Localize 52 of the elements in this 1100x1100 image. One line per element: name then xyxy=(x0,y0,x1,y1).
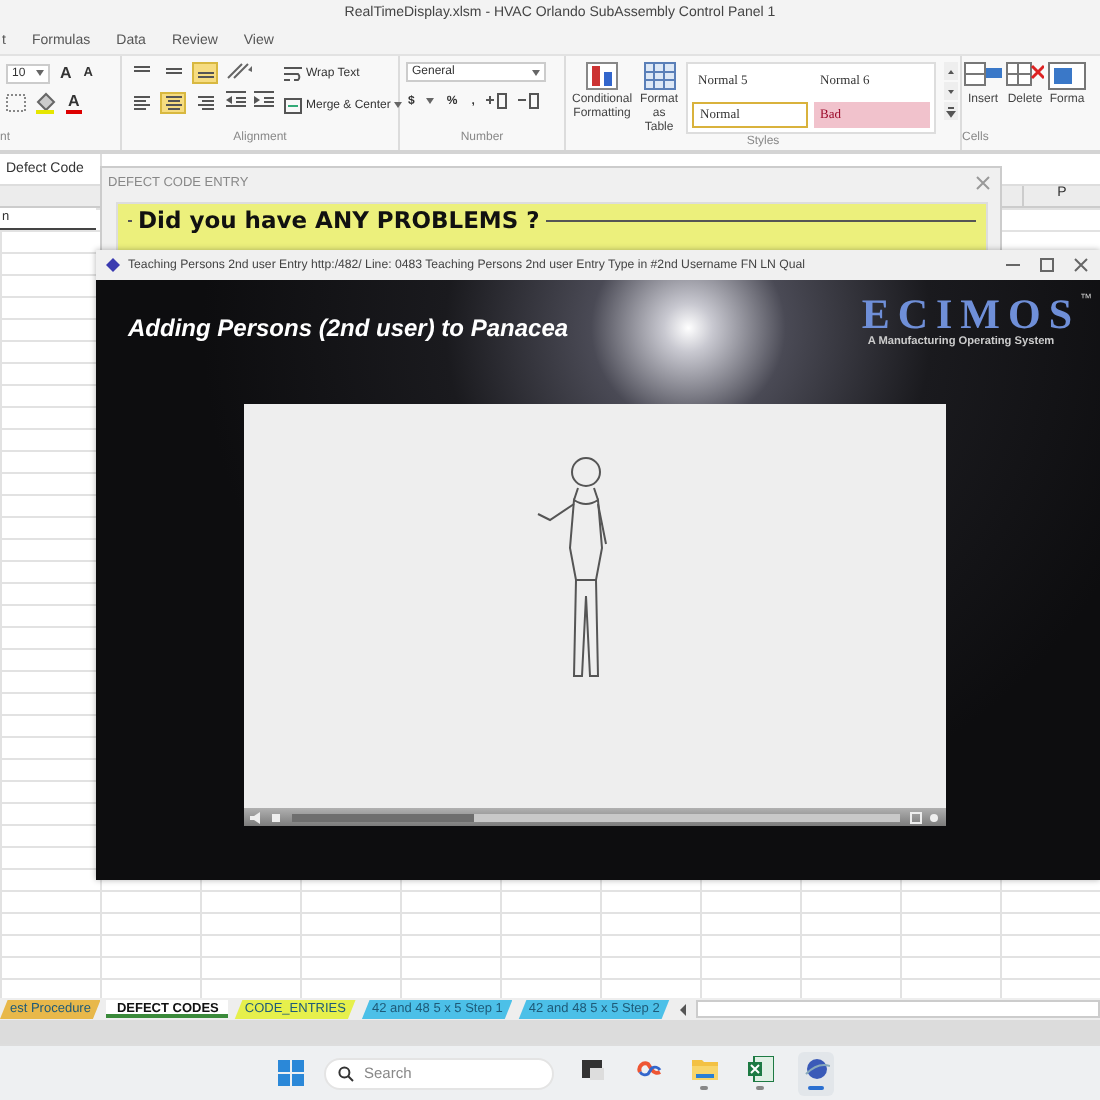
caret-icon[interactable] xyxy=(426,98,435,104)
taskbar-app-button[interactable] xyxy=(742,1051,778,1095)
format-cells-icon xyxy=(1048,62,1086,90)
grid-chart-icon xyxy=(586,62,619,90)
merge-icon xyxy=(284,97,302,113)
folder-icon xyxy=(691,1056,717,1082)
video-heading: Adding Persons (2nd user) to Panacea xyxy=(128,314,569,342)
fullscreen-icon[interactable] xyxy=(910,811,922,823)
table-icon xyxy=(643,62,676,90)
grow-font-button[interactable]: A xyxy=(58,62,74,84)
caret-icon xyxy=(394,102,403,108)
center-button[interactable] xyxy=(160,92,186,114)
wrap-text-icon xyxy=(284,65,302,81)
minimize-icon[interactable] xyxy=(1006,258,1020,272)
start-icon[interactable] xyxy=(278,1060,304,1086)
taskbar-app-button[interactable] xyxy=(798,1051,834,1095)
text-orientation-icon[interactable] xyxy=(226,62,254,80)
align-left-button[interactable] xyxy=(128,92,154,114)
settings-icon[interactable] xyxy=(928,811,940,823)
increase-decimal-icon[interactable] xyxy=(486,92,509,110)
close-icon[interactable] xyxy=(1074,258,1088,272)
font-color-button[interactable]: A xyxy=(66,93,82,113)
borders-icon[interactable] xyxy=(6,94,26,112)
lines-icon xyxy=(163,94,183,112)
horizontal-scrollbar[interactable] xyxy=(695,1000,1100,1018)
decrease-decimal-icon[interactable] xyxy=(518,92,541,110)
bottom-align-button[interactable] xyxy=(192,62,218,84)
increase-indent-icon[interactable] xyxy=(254,90,274,108)
caret-icon xyxy=(532,69,540,75)
stop-icon[interactable] xyxy=(270,811,282,823)
logo-text: ECIMOS xyxy=(861,294,1080,336)
delete-cells-icon xyxy=(1006,62,1044,90)
seek-bar[interactable] xyxy=(292,813,900,821)
decrease-indent-icon[interactable] xyxy=(226,90,246,108)
fill-color-icon[interactable] xyxy=(34,92,58,114)
more-icon[interactable] xyxy=(944,102,959,120)
insert-rows-icon xyxy=(964,62,1002,90)
spreadsheet-icon xyxy=(747,1056,773,1082)
search-icon xyxy=(338,1065,354,1081)
scroll-up-icon[interactable] xyxy=(944,62,959,80)
lines-icon xyxy=(195,94,215,112)
caret-icon xyxy=(36,70,44,76)
align-right-button[interactable] xyxy=(192,92,218,114)
globe-icon xyxy=(803,1056,829,1082)
question-heading: Did you have ANY PROBLEMS ? xyxy=(132,206,546,234)
lines-icon xyxy=(131,94,151,112)
scroll-down-icon[interactable] xyxy=(944,82,959,100)
task-view-icon xyxy=(579,1056,605,1082)
ring-logo-icon xyxy=(635,1056,661,1082)
scroll-left-icon[interactable] xyxy=(675,1001,690,1017)
maximize-icon[interactable] xyxy=(1040,258,1054,272)
app-icon xyxy=(106,258,120,272)
